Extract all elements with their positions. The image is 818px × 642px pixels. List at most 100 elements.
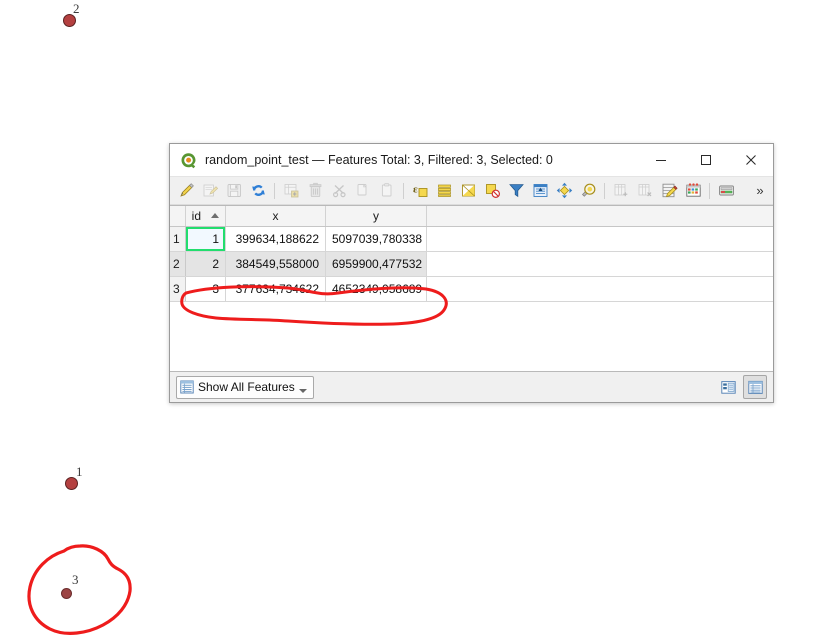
attribute-table-status-bar[interactable]: Show All Features [170,372,773,402]
invert-selection-button[interactable] [457,180,479,202]
map-point-label-2: 2 [73,1,80,16]
feature-filter-combo[interactable]: Show All Features [176,375,314,399]
select-all-icon [437,184,451,197]
toolbar-separator [709,182,710,199]
table-body: 1 1 399634,188622 5097039,780338 2 2 384… [170,226,773,302]
copy-features-icon [357,183,367,196]
select-all-button[interactable] [433,180,455,202]
new-field-button[interactable] [610,180,632,202]
add-feature-button[interactable] [280,180,302,202]
column-header-x[interactable]: x [225,206,326,227]
screen-canvas: 2 1 3 random_point_test — Features Total… [0,0,818,642]
close-button[interactable] [728,144,773,176]
save-layer-edits-button[interactable] [223,180,245,202]
toolbar-overflow-button[interactable]: » [751,180,769,202]
view-mode-toggles[interactable] [716,375,767,399]
attribute-table-area[interactable]: id x y 1 1 399634,188622 5097039,780338 … [170,205,773,372]
column-header-id-label: id [191,209,201,223]
delete-field-button[interactable] [634,180,656,202]
attribute-table[interactable]: id x y 1 1 399634,188622 5097039,780338 … [170,206,773,302]
save-edits-button[interactable] [199,180,221,202]
cell-filler-row2 [426,251,773,277]
toggle-editing-button[interactable] [175,180,197,202]
cell-x-row2[interactable]: 384549,558000 [225,251,326,277]
window-title: random_point_test — Features Total: 3, F… [205,153,553,167]
minimize-icon [655,160,666,161]
delete-selected-icon [309,182,321,197]
maximize-button[interactable] [683,144,728,176]
cell-id-row3[interactable]: 3 [185,276,226,302]
cell-x-row1[interactable]: 399634,188622 [225,226,326,252]
toolbar-separator [403,182,404,199]
zoom-to-selection-icon [581,183,595,197]
cell-y-row3[interactable]: 4652349,058689 [325,276,427,302]
attribute-table-toolbar[interactable]: ε » [170,177,773,205]
reload-table-button[interactable] [247,180,269,202]
filter-selection-button[interactable] [505,180,527,202]
filter-selection-icon [508,184,524,198]
row-number-3[interactable]: 3 [170,276,186,302]
cell-x-row3[interactable]: 377634,734622 [225,276,326,302]
cell-y-row2[interactable]: 6959900,477532 [325,251,427,277]
table-row[interactable]: 1 1 399634,188622 5097039,780338 [170,226,773,252]
cell-id-row2[interactable]: 2 [185,251,226,277]
cell-y-row1[interactable]: 5097039,780338 [325,226,427,252]
minimize-button[interactable] [638,144,683,176]
organize-columns-button[interactable] [715,180,737,202]
svg-text:ε: ε [413,184,418,196]
window-title-bar[interactable]: random_point_test — Features Total: 3, F… [170,144,773,177]
select-by-expression-icon: ε [413,184,427,197]
toggle-editing-icon [179,183,194,197]
save-edits-icon [203,184,218,197]
column-header-id[interactable]: id [185,206,226,227]
zoom-to-selection-button[interactable] [577,180,599,202]
pan-to-selection-icon [556,182,572,199]
cell-filler-row3 [426,276,773,302]
table-row[interactable]: 2 2 384549,558000 6959900,477532 [170,251,773,277]
qgis-logo-icon [180,152,197,169]
show-all-features-icon [180,380,194,394]
map-point-label-3: 3 [72,572,79,587]
delete-selected-button[interactable] [304,180,326,202]
window-controls [638,144,773,176]
cut-features-button[interactable] [328,180,350,202]
corner-header [170,206,186,227]
feature-filter-label: Show All Features [198,380,295,394]
move-selection-to-top-button[interactable] [529,180,551,202]
reload-table-icon [251,185,265,196]
conditional-formatting-button[interactable] [682,180,704,202]
copy-features-button[interactable] [352,180,374,202]
select-by-expression-button[interactable]: ε [409,180,431,202]
toolbar-separator [274,182,275,199]
row-number-2[interactable]: 2 [170,251,186,277]
open-field-calculator-button[interactable] [658,180,680,202]
table-row[interactable]: 3 3 377634,734622 4652349,058689 [170,276,773,302]
save-layer-edits-icon [227,184,241,197]
table-header-row: id x y [170,206,773,227]
move-selection-to-top-icon [533,184,547,197]
cell-id-row1[interactable]: 1 [185,226,226,252]
deselect-all-button[interactable] [481,180,503,202]
row-number-1[interactable]: 1 [170,226,186,252]
sort-ascending-icon [211,213,220,219]
conditional-formatting-icon [685,183,701,197]
chevron-down-icon[interactable] [298,388,307,393]
map-point-feature-3[interactable] [61,588,72,599]
table-view-button[interactable] [743,375,767,399]
attribute-table-window[interactable]: random_point_test — Features Total: 3, F… [169,143,774,403]
cut-features-icon [332,185,346,198]
new-field-icon [614,184,627,197]
column-header-y[interactable]: y [325,206,427,227]
pan-to-selection-button[interactable] [553,180,575,202]
form-view-button[interactable] [716,375,740,399]
invert-selection-icon [461,184,475,197]
open-field-calculator-icon [662,183,678,198]
paste-features-icon [381,183,391,197]
add-feature-icon [284,184,298,198]
delete-field-icon [638,184,651,197]
annotation-circle-point3 [27,544,132,635]
cell-filler-row1 [426,226,773,252]
close-icon [745,155,756,165]
paste-features-button[interactable] [376,180,398,202]
map-point-label-1: 1 [76,464,83,479]
